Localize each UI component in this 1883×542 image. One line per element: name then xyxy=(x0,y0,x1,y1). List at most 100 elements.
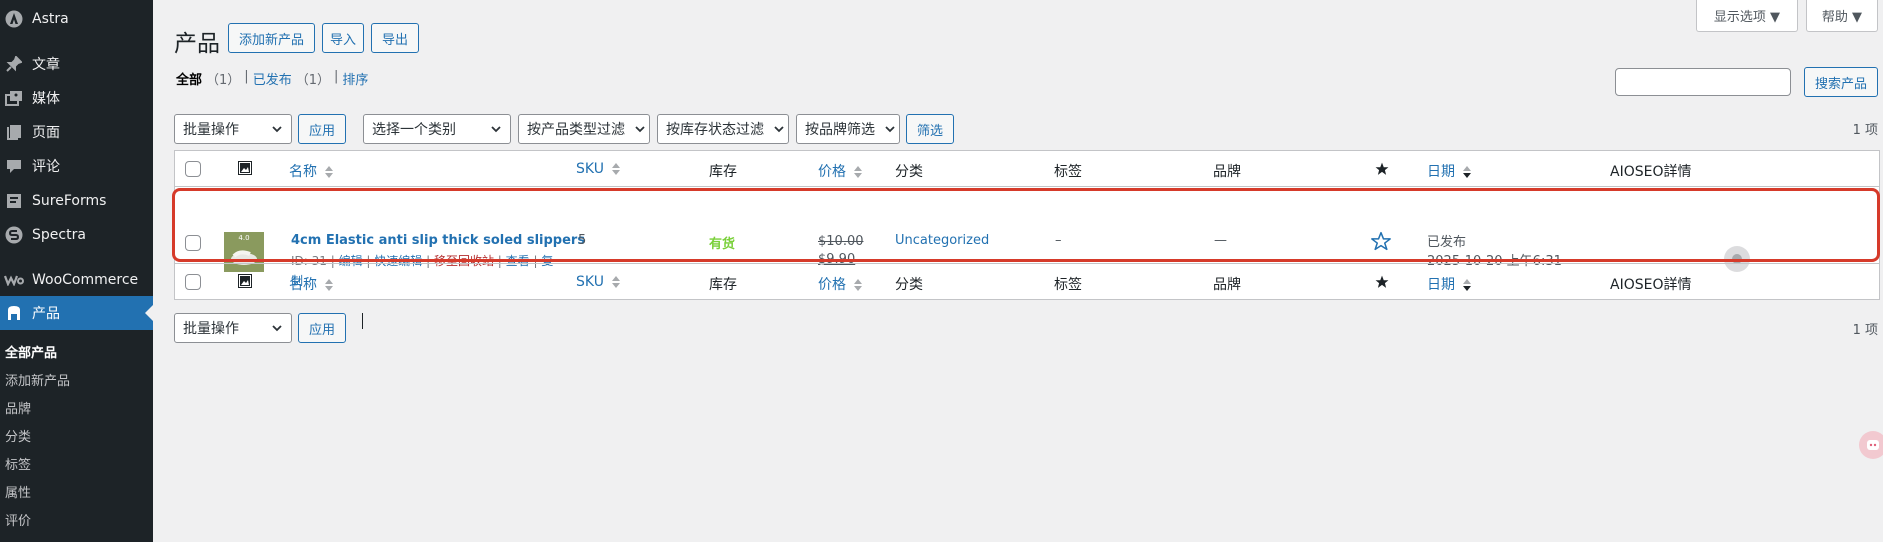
submenu-add-new-product[interactable]: 添加新产品 xyxy=(5,370,70,389)
sidebar-item-label: 页面 xyxy=(32,125,60,141)
column-date-footer[interactable]: 日期 xyxy=(1427,274,1472,294)
column-category-footer: 分类 xyxy=(895,277,923,293)
chevron-down-icon xyxy=(272,126,282,133)
pushpin-icon xyxy=(4,54,24,74)
select-all-checkbox-footer[interactable] xyxy=(185,274,201,290)
select-all-checkbox[interactable] xyxy=(185,161,201,177)
column-name-header[interactable]: 名称 xyxy=(289,161,334,181)
bulk-actions-value: 批量操作 xyxy=(183,321,239,337)
column-stock-header: 库存 xyxy=(709,164,737,180)
admin-sidebar: Astra 文章 媒体 页面 评论 SureForms Spectra WooC… xyxy=(0,0,153,542)
image-column-icon xyxy=(238,274,252,292)
import-button[interactable]: 导入 xyxy=(322,23,364,53)
screen-options-button[interactable]: 显示选项 ▼ xyxy=(1696,0,1798,32)
sidebar-item-label: SureForms xyxy=(32,193,107,209)
submenu-all-products[interactable]: 全部产品 xyxy=(5,342,57,361)
column-aioseo-header: AIOSEO詳情 xyxy=(1610,164,1692,180)
submenu-attributes[interactable]: 属性 xyxy=(5,482,31,501)
filter-button[interactable]: 筛选 xyxy=(906,114,954,144)
comment-icon xyxy=(4,156,24,176)
column-sku-label: SKU xyxy=(576,274,604,290)
page-icon xyxy=(4,122,24,142)
table-footer-row: 名称 SKU 库存 价格 分类 标签 品牌 日期 AIOSEO詳情 xyxy=(175,263,1879,299)
column-brand-footer: 品牌 xyxy=(1213,277,1241,293)
sort-link[interactable]: 排序 xyxy=(342,69,368,88)
sort-icon xyxy=(854,279,863,291)
column-name-label: 名称 xyxy=(289,277,317,293)
apply-button-bottom[interactable]: 应用 xyxy=(298,313,346,343)
column-tags-footer: 标签 xyxy=(1054,277,1082,293)
column-date-label: 日期 xyxy=(1427,164,1455,180)
search-input[interactable] xyxy=(1615,68,1791,96)
sidebar-item-products[interactable]: 产品 xyxy=(0,296,153,330)
stock-status-value: 按库存状态过滤 xyxy=(666,122,764,138)
publish-status: 已发布 xyxy=(1427,235,1467,250)
view-published-link[interactable]: 已发布 xyxy=(253,69,292,88)
product-category-link[interactable]: Uncategorized xyxy=(895,233,989,248)
view-all-link[interactable]: 全部 xyxy=(176,69,202,88)
sort-icon xyxy=(612,276,621,288)
stock-status: 有货 xyxy=(709,237,736,252)
product-type-select[interactable]: 按产品类型过滤 xyxy=(518,114,650,144)
category-select[interactable]: 选择一个类别 xyxy=(363,114,511,144)
sidebar-item-label: 评论 xyxy=(32,159,60,175)
column-name-footer[interactable]: 名称 xyxy=(289,274,334,294)
products-table: 名称 SKU 库存 价格 分类 标签 品牌 日期 AIOSEO詳情 4.0 4c… xyxy=(174,150,1880,300)
sidebar-item-sureforms[interactable]: SureForms xyxy=(0,184,153,218)
column-date-header[interactable]: 日期 xyxy=(1427,161,1472,181)
chevron-down-icon xyxy=(272,325,282,332)
sidebar-item-pages[interactable]: 页面 xyxy=(0,115,153,149)
chevron-down-icon xyxy=(774,126,784,133)
featured-star-outline-icon[interactable] xyxy=(1371,231,1391,255)
sort-icon xyxy=(325,166,334,178)
column-sku-label: SKU xyxy=(576,161,604,177)
image-column-icon xyxy=(238,161,252,179)
product-brand: — xyxy=(1214,233,1227,248)
export-button[interactable]: 导出 xyxy=(371,23,419,53)
spectra-icon xyxy=(4,225,24,245)
column-brand-header: 品牌 xyxy=(1213,164,1241,180)
submenu-tags[interactable]: 标签 xyxy=(5,454,31,473)
column-aioseo-footer: AIOSEO詳情 xyxy=(1610,277,1692,293)
search-products-button[interactable]: 搜索产品 xyxy=(1804,67,1878,97)
column-price-footer[interactable]: 价格 xyxy=(818,274,863,294)
submenu-reviews[interactable]: 评价 xyxy=(5,510,31,529)
brand-select[interactable]: 按品牌筛选 xyxy=(796,114,900,144)
sidebar-item-label: WooCommerce xyxy=(32,272,139,288)
column-tags-header: 标签 xyxy=(1054,164,1082,180)
sidebar-item-comments[interactable]: 评论 xyxy=(0,149,153,183)
column-price-header[interactable]: 价格 xyxy=(818,161,863,181)
help-button[interactable]: 帮助 ▼ xyxy=(1806,0,1878,32)
sidebar-item-posts[interactable]: 文章 xyxy=(0,47,153,81)
separator: | xyxy=(244,69,249,84)
apply-button[interactable]: 应用 xyxy=(298,114,346,144)
bulk-actions-select-bottom[interactable]: 批量操作 xyxy=(174,313,292,343)
sidebar-item-media[interactable]: 媒体 xyxy=(0,81,153,115)
product-name-link[interactable]: 4cm Elastic anti slip thick soled slippe… xyxy=(291,233,585,248)
brand-select-value: 按品牌筛选 xyxy=(805,122,875,138)
column-sku-footer[interactable]: SKU xyxy=(576,274,621,290)
column-sku-header[interactable]: SKU xyxy=(576,161,621,177)
thumbnail-text: 4.0 xyxy=(238,234,250,242)
column-stock-footer: 库存 xyxy=(709,277,737,293)
add-new-product-button[interactable]: 添加新产品 xyxy=(228,23,315,53)
bulk-actions-select[interactable]: 批量操作 xyxy=(174,114,292,144)
chevron-down-icon xyxy=(635,126,645,133)
items-count-bottom: 1 项 xyxy=(1852,323,1878,338)
sidebar-item-spectra[interactable]: Spectra xyxy=(0,218,153,252)
sort-desc-icon xyxy=(1463,279,1472,291)
separator: | xyxy=(333,69,339,84)
sort-desc-icon xyxy=(1463,166,1472,178)
row-checkbox[interactable] xyxy=(185,235,201,251)
woocommerce-icon xyxy=(4,270,24,290)
bulk-actions-value: 批量操作 xyxy=(183,122,239,138)
submenu-categories[interactable]: 分类 xyxy=(5,426,31,445)
table-header-row: 名称 SKU 库存 价格 分类 标签 品牌 日期 AIOSEO詳情 xyxy=(175,151,1879,187)
submenu-brands[interactable]: 品牌 xyxy=(5,398,31,417)
archive-icon xyxy=(4,303,24,323)
sidebar-item-woocommerce[interactable]: WooCommerce xyxy=(0,263,153,297)
product-tags: – xyxy=(1055,233,1062,248)
stock-status-select[interactable]: 按库存状态过滤 xyxy=(657,114,789,144)
floating-assistant-icon[interactable] xyxy=(1859,431,1883,459)
sidebar-item-astra[interactable]: Astra xyxy=(0,2,153,36)
